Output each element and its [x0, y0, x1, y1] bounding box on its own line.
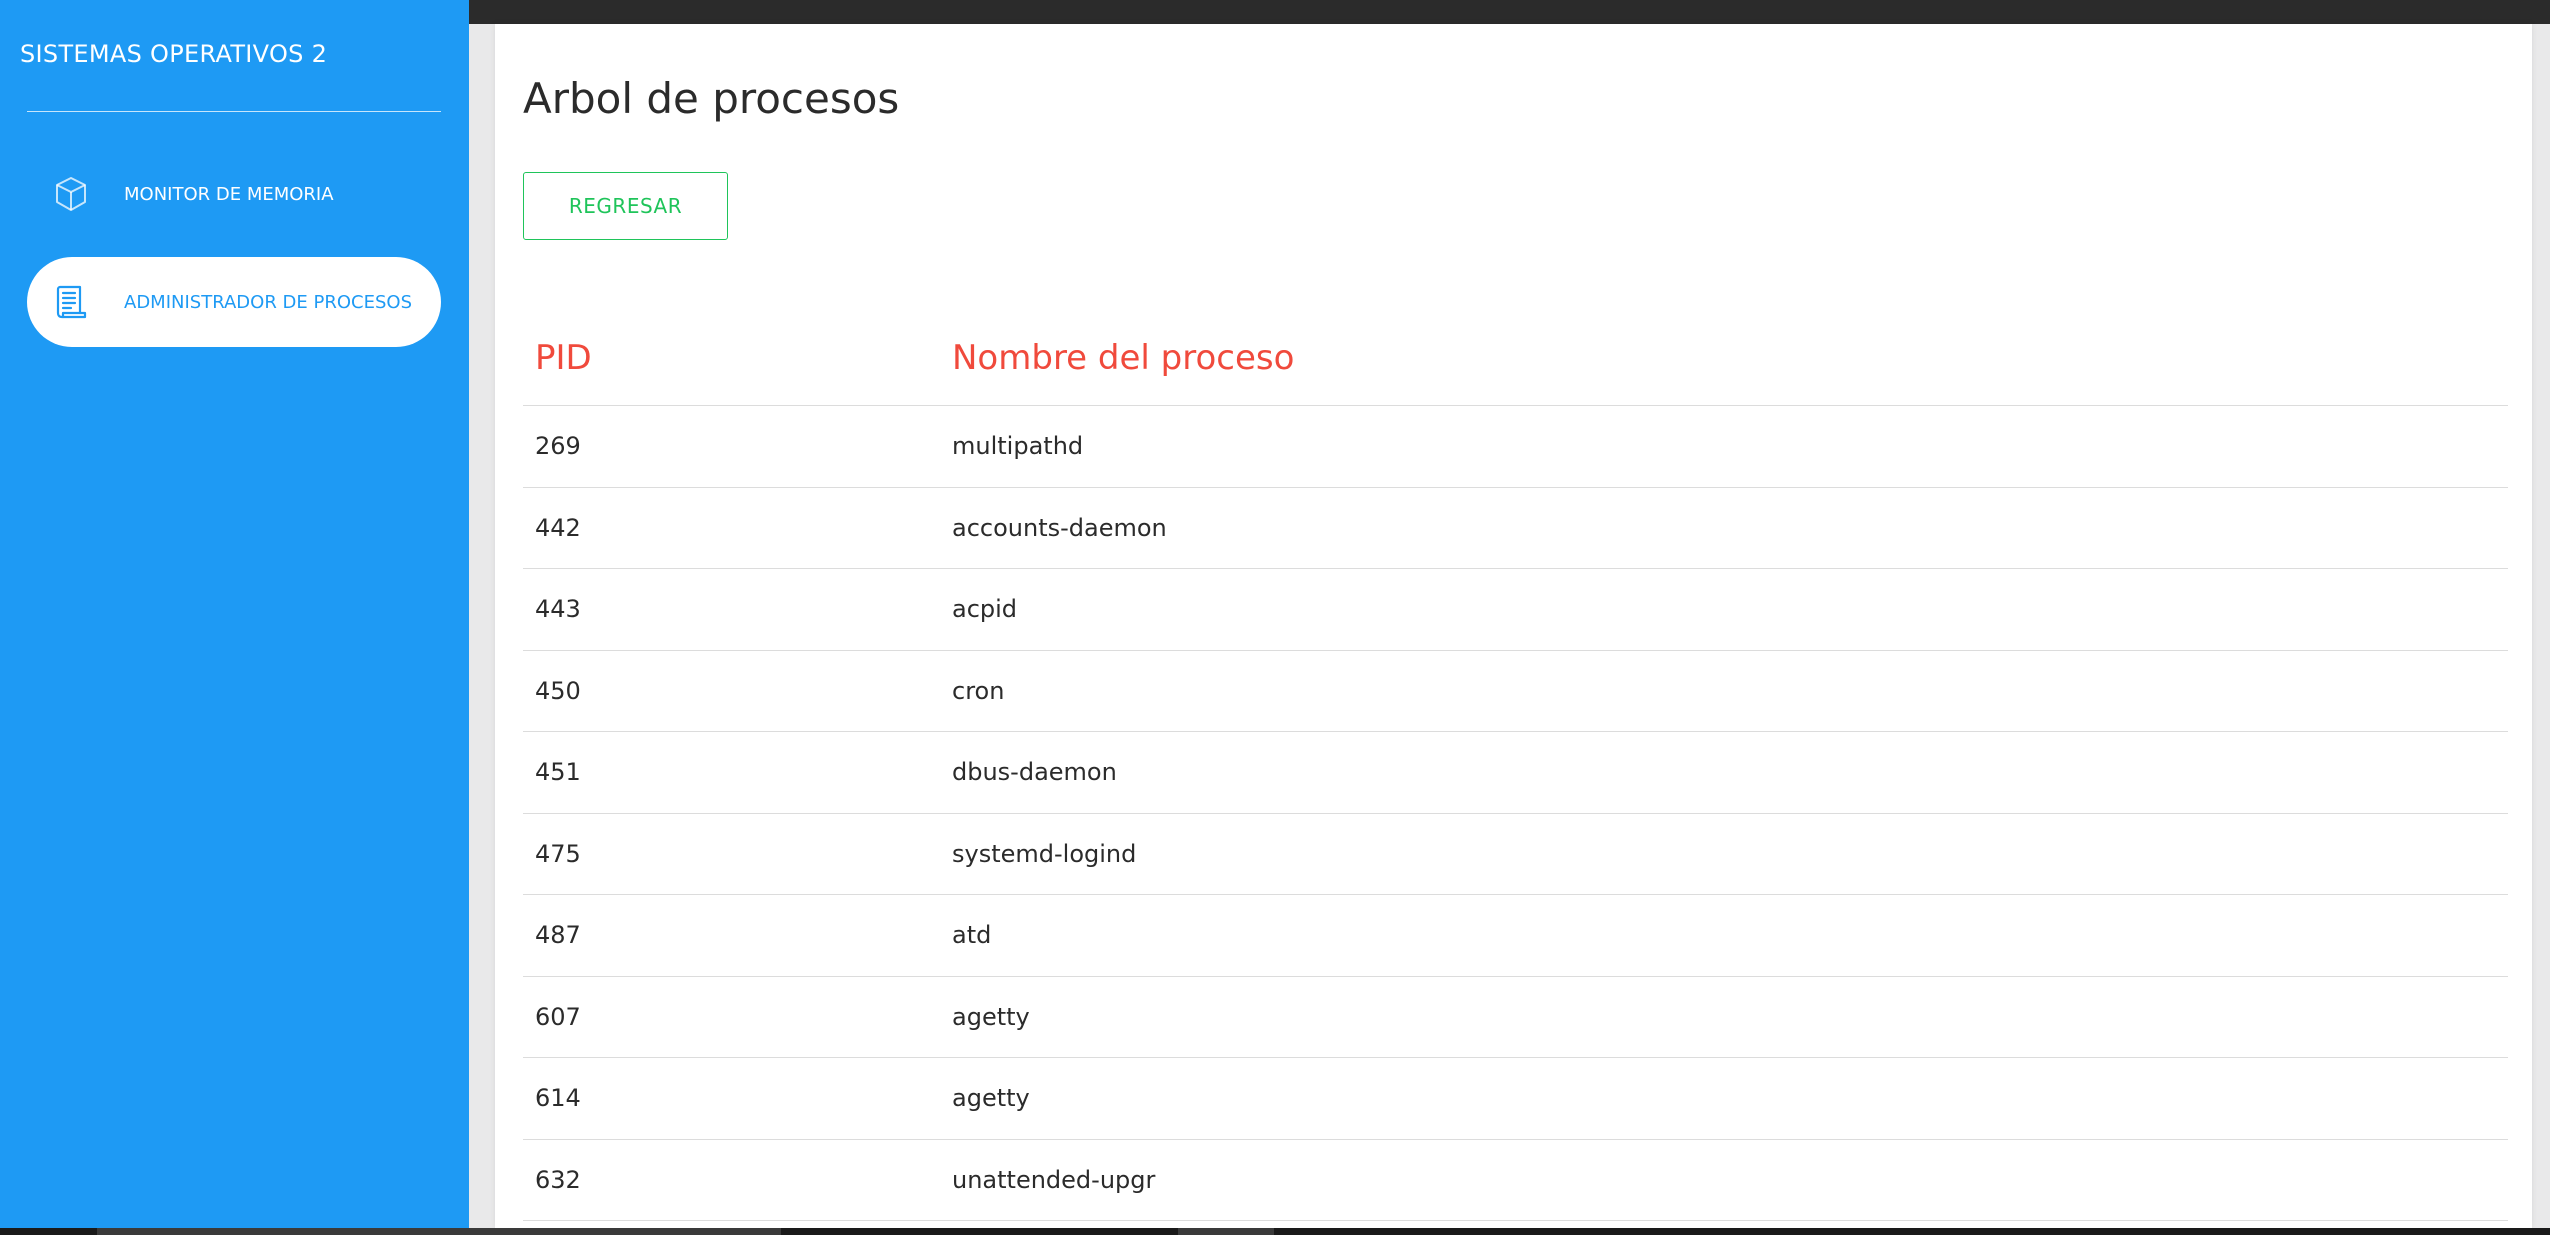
- process-name-cell: cron: [952, 676, 1005, 705]
- pid-cell: 614: [535, 1084, 581, 1112]
- process-name-cell: systemd-logind: [952, 839, 1137, 868]
- pid-cell: 269: [535, 432, 581, 460]
- pid-cell: 475: [535, 839, 581, 868]
- pid-cell: 451: [535, 758, 581, 786]
- page-title: Arbol de procesos: [523, 74, 900, 123]
- process-name-cell: unattended-upgr: [952, 1165, 1156, 1194]
- brand-title: SISTEMAS OPERATIVOS 2: [20, 40, 328, 68]
- process-name-cell: multipathd: [952, 432, 1084, 460]
- table-row: 450 cron: [523, 651, 2508, 732]
- bottom-scrollbar[interactable]: [0, 1228, 2550, 1235]
- pid-cell: 443: [535, 595, 581, 623]
- sidebar-item-monitor-memoria[interactable]: MONITOR DE MEMORIA: [27, 149, 441, 239]
- column-header-pid: PID: [535, 338, 592, 378]
- column-header-name: Nombre del proceso: [952, 338, 1295, 378]
- process-name-cell: atd: [952, 921, 992, 949]
- table-row: 442 accounts-daemon: [523, 488, 2508, 569]
- process-name-cell: agetty: [952, 1002, 1030, 1031]
- pid-cell: 442: [535, 513, 581, 542]
- brand-divider: [27, 111, 441, 112]
- table-row: 614 agetty: [523, 1058, 2508, 1140]
- table-header: PID Nombre del proceso: [523, 316, 2508, 406]
- table-row: 607 agetty: [523, 977, 2508, 1058]
- sidebar-item-label: MONITOR DE MEMORIA: [124, 183, 334, 205]
- main-card: Arbol de procesos REGRESAR PID Nombre de…: [495, 24, 2532, 1228]
- document-icon: [47, 278, 95, 326]
- cube-icon: [47, 170, 95, 218]
- sidebar-item-administrador-procesos[interactable]: ADMINISTRADOR DE PROCESOS: [27, 257, 441, 347]
- table-row: 269 multipathd: [523, 406, 2508, 488]
- table-row: 443 acpid: [523, 569, 2508, 651]
- pid-cell: 487: [535, 921, 581, 949]
- pid-cell: 607: [535, 1002, 581, 1031]
- process-table: PID Nombre del proceso 269 multipathd 44…: [523, 316, 2508, 1221]
- table-row: 632 unattended-upgr: [523, 1140, 2508, 1221]
- process-name-cell: agetty: [952, 1084, 1030, 1112]
- pid-cell: 450: [535, 676, 581, 705]
- sidebar: SISTEMAS OPERATIVOS 2 MONITOR DE MEMORIA: [0, 0, 469, 1228]
- back-button[interactable]: REGRESAR: [523, 172, 728, 240]
- pid-cell: 632: [535, 1165, 581, 1194]
- scrollbar-segment: [97, 1228, 781, 1235]
- app-window: SISTEMAS OPERATIVOS 2 MONITOR DE MEMORIA: [0, 0, 2550, 1235]
- table-row: 451 dbus-daemon: [523, 732, 2508, 814]
- table-row: 487 atd: [523, 895, 2508, 977]
- table-row: 475 systemd-logind: [523, 814, 2508, 895]
- process-name-cell: acpid: [952, 595, 1018, 623]
- process-name-cell: accounts-daemon: [952, 513, 1167, 542]
- scrollbar-segment: [1178, 1228, 1274, 1235]
- sidebar-item-label: ADMINISTRADOR DE PROCESOS: [124, 291, 412, 313]
- process-name-cell: dbus-daemon: [952, 758, 1117, 786]
